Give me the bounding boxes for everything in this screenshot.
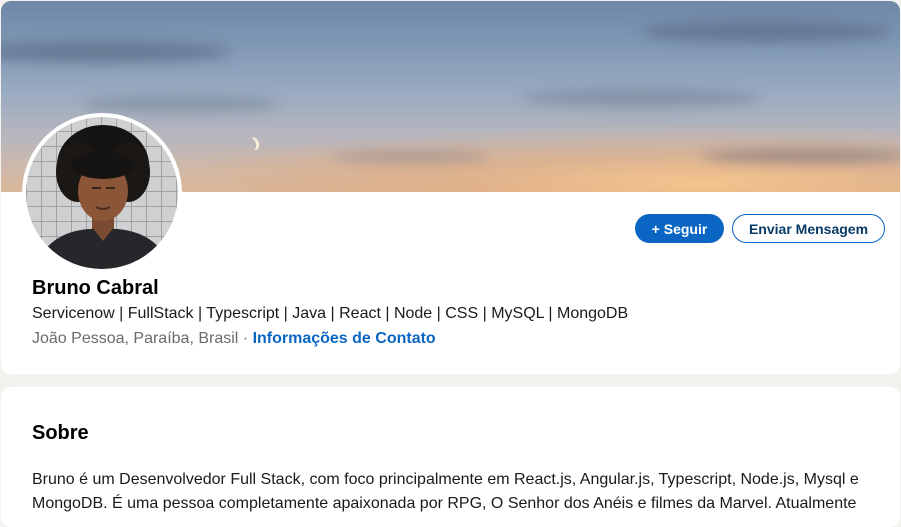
cloud-shape [521, 89, 761, 107]
person-photo-icon [36, 125, 170, 269]
cloud-shape [1, 41, 231, 63]
profile-name: Bruno Cabral [32, 277, 159, 299]
separator-dot: · [238, 330, 253, 347]
profile-headline: Servicenow | FullStack | Typescript | Ja… [32, 305, 629, 322]
send-message-button[interactable]: Enviar Mensagem [732, 214, 885, 243]
cloud-shape [331, 151, 491, 163]
cloud-shape [641, 21, 891, 43]
cloud-shape [701, 149, 900, 163]
location-row: João Pessoa, Paraíba, Brasil · Informaçõ… [32, 330, 436, 348]
follow-button[interactable]: + Seguir [635, 214, 724, 243]
cloud-shape [81, 96, 281, 112]
about-text: Bruno é um Desenvolvedor Full Stack, com… [32, 471, 859, 512]
about-title: Sobre [32, 422, 89, 444]
location-text: João Pessoa, Paraíba, Brasil [32, 330, 239, 347]
avatar[interactable] [26, 117, 178, 269]
moon-icon [245, 137, 257, 152]
contact-info-link[interactable]: Informações de Contato [253, 330, 436, 347]
